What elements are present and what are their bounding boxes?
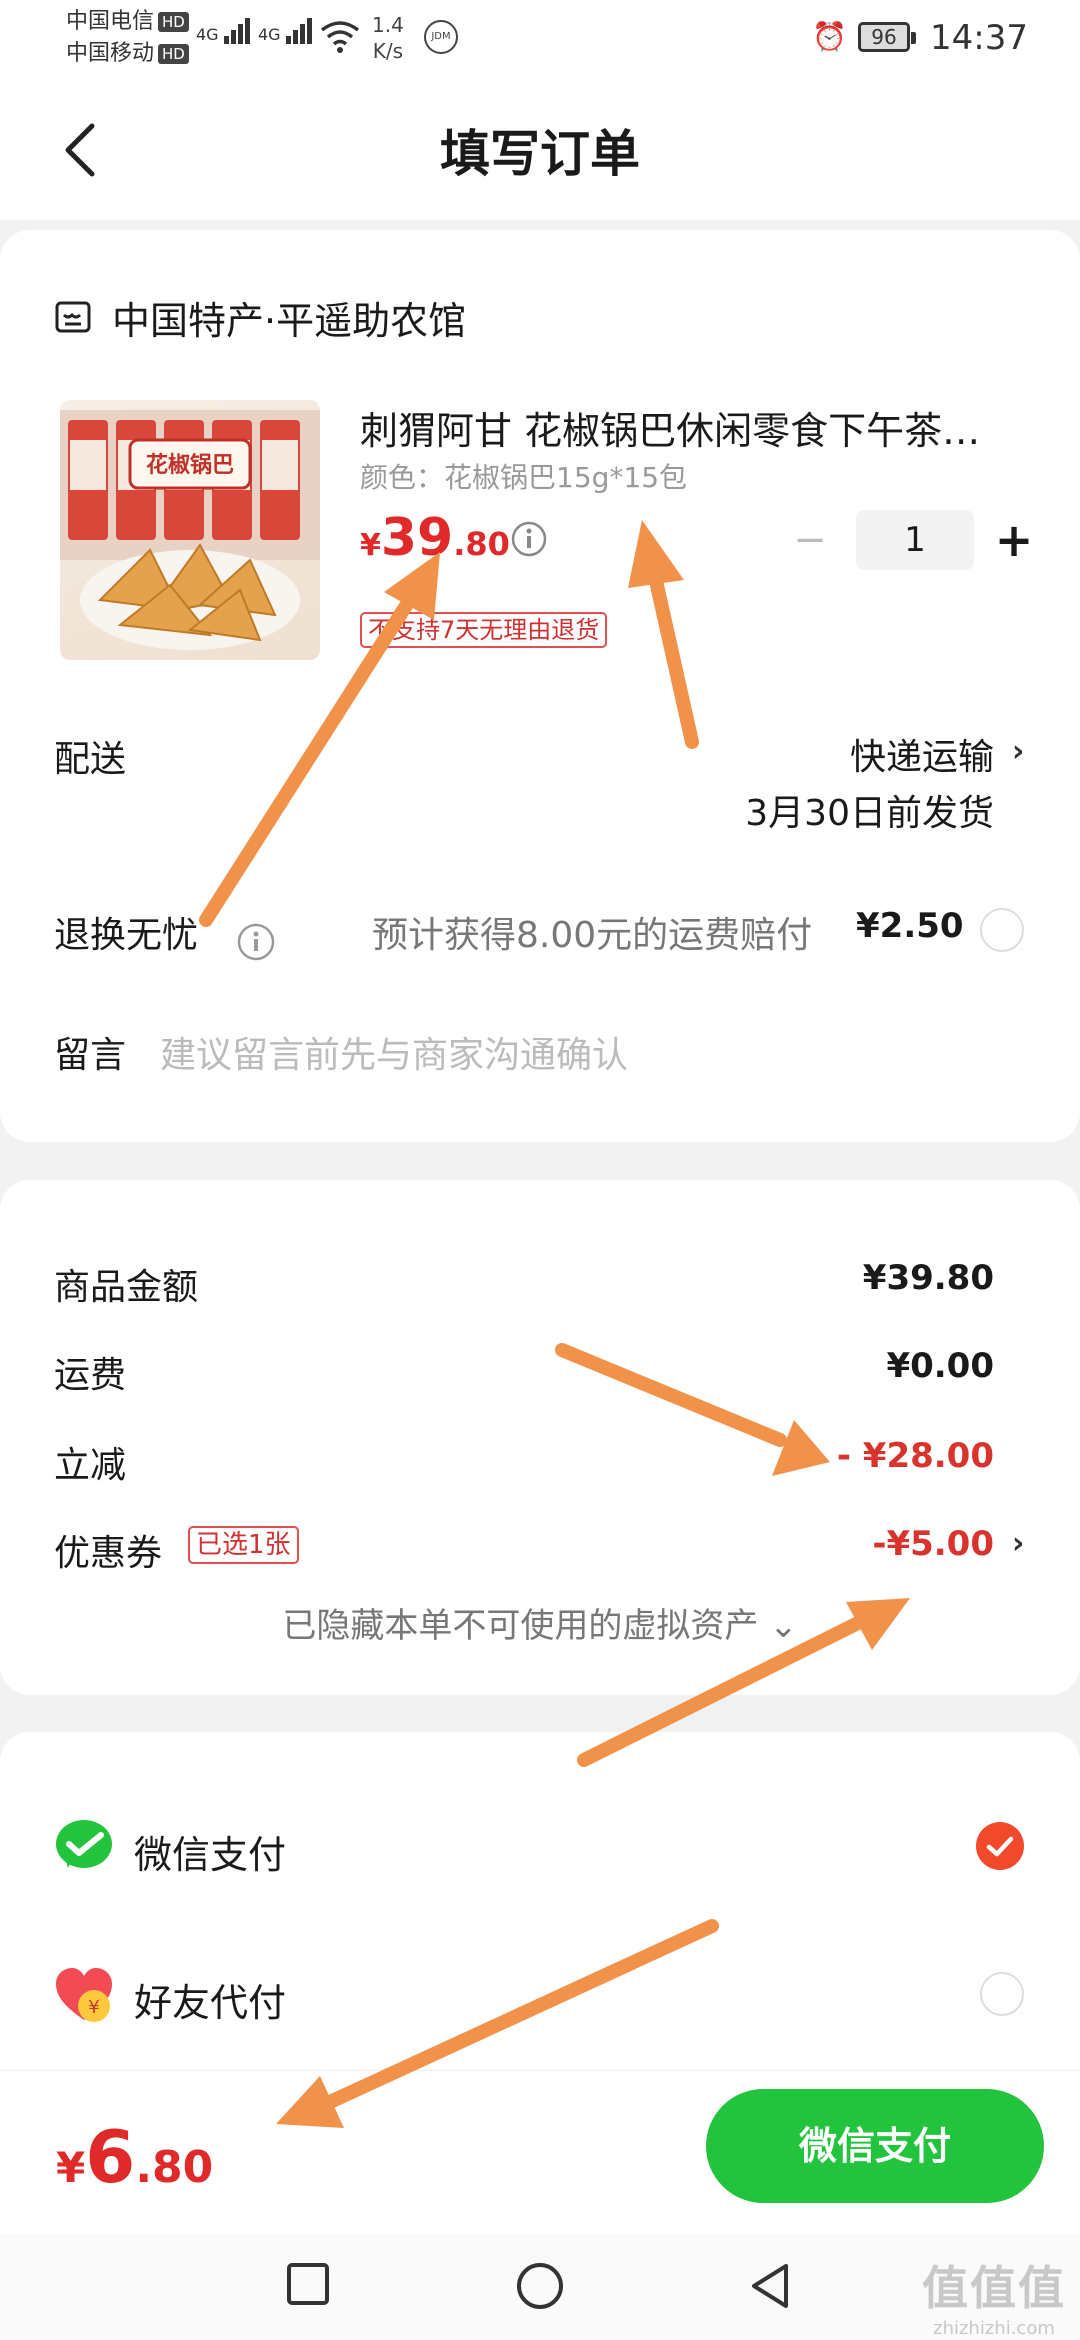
product-price: ¥39.80 <box>360 508 510 568</box>
product-image[interactable]: 花椒锅巴 <box>60 400 320 660</box>
svg-text:¥: ¥ <box>88 1997 99 2018</box>
carrier-1: 中国电信 <box>66 9 155 34</box>
wechat-pay-label: 微信支付 <box>134 1833 287 1877</box>
total-decimal: .80 <box>135 2142 214 2193</box>
hidden-assets-note[interactable]: 已隐藏本单不可使用的虚拟资产 ⌄ <box>0 1598 1080 1647</box>
checkout-bar: ¥6.80 微信支付 <box>0 2070 1080 2234</box>
friend-pay-radio[interactable] <box>980 1972 1024 2016</box>
shop-header[interactable]: 中国特产·平遥助农馆 <box>54 290 466 345</box>
wechat-pay-check[interactable] <box>976 1822 1024 1870</box>
status-bar: 中国电信 HD 中国移动 HD 4G 4G 1.4 K/s JDM ⏰ 96 14:… <box>0 0 1080 80</box>
carrier-2: 中国移动 <box>66 41 155 66</box>
goods-amount-label: 商品金额 <box>54 1267 199 1308</box>
total-amount: ¥6.80 <box>56 2115 213 2199</box>
signal-icon: 4G <box>258 18 314 44</box>
product-spec[interactable]: 颜色：花椒锅巴15g*15包 <box>360 456 687 496</box>
coupon-tag[interactable]: 已选1张 <box>188 1526 299 1564</box>
shop-name: 中国特产·平遥助农馆 <box>112 299 467 343</box>
price-currency: ¥ <box>360 528 381 563</box>
network-type: 4G <box>196 25 219 44</box>
pack-label: 花椒锅巴 <box>146 452 234 478</box>
hd-badge: HD <box>158 12 189 32</box>
system-nav-bar: 值值值 zhizhizhi.com <box>0 2234 1080 2340</box>
ship-date: 3月30日前发货 <box>745 793 994 834</box>
clock: 14:37 <box>930 18 1028 58</box>
coupon-label: 优惠券 <box>54 1533 163 1574</box>
delivery-method: 快递运输 <box>849 737 994 778</box>
speed-unit: K/s <box>372 39 404 63</box>
alarm-icon: ⏰ <box>812 20 847 53</box>
watermark-url: zhizhizhi.com <box>933 2318 1055 2339</box>
header: 填写订单 <box>0 80 1080 220</box>
decrease-button[interactable]: − <box>790 517 830 563</box>
home-icon[interactable] <box>516 2262 564 2310</box>
carrier-info: 中国电信 HD 中国移动 HD <box>66 6 189 70</box>
message-input[interactable]: 建议留言前先与商家沟通确认 <box>160 1026 628 1078</box>
back-nav-icon[interactable] <box>748 2262 792 2310</box>
return-policy-tag: 不支持7天无理由退货 <box>360 612 608 648</box>
info-icon[interactable] <box>236 922 276 962</box>
total-currency: ¥ <box>56 2143 86 2192</box>
return-insurance-radio[interactable] <box>980 908 1024 952</box>
chevron-right-icon[interactable]: › <box>1012 1526 1024 1561</box>
watermark-logo: 值值值 <box>922 2261 1066 2315</box>
watermark: 值值值 zhizhizhi.com <box>922 2252 1066 2339</box>
delivery-label: 配送 <box>54 739 127 780</box>
page-title: 填写订单 <box>440 125 640 183</box>
total-integer: 6 <box>85 2115 136 2199</box>
recents-icon[interactable] <box>286 2262 330 2306</box>
network-type: 4G <box>258 25 281 44</box>
friend-pay-icon: ¥ <box>56 1968 112 2022</box>
return-insurance-desc: 预计获得8.00元的运费赔付 <box>372 915 813 956</box>
price-decimal: .80 <box>453 525 510 563</box>
chevron-right-icon[interactable]: › <box>1012 734 1024 769</box>
wechat-pay-button[interactable]: 微信支付 <box>706 2089 1044 2203</box>
wifi-icon <box>320 21 360 53</box>
network-speed: 1.4 K/s <box>372 12 404 64</box>
quantity-value[interactable]: 1 <box>856 510 974 570</box>
hd-badge: HD <box>158 44 189 64</box>
coupon-value[interactable]: -¥5.00 <box>872 1524 994 1564</box>
delivery-value[interactable]: 快递运输 3月30日前发货 <box>745 730 994 842</box>
goods-amount-value: ¥39.80 <box>862 1258 994 1298</box>
battery-icon: 96 <box>858 22 916 52</box>
signal-icon: 4G <box>196 18 252 44</box>
quantity-stepper: − 1 + <box>790 510 1034 570</box>
speed-value: 1.4 <box>372 13 404 37</box>
shipping-value: ¥0.00 <box>886 1346 994 1386</box>
friend-pay-label: 好友代付 <box>134 1981 287 2025</box>
price-summary-card: 商品金额 ¥39.80 运费 ¥0.00 立减 - ¥28.00 优惠券 已选1… <box>0 1180 1080 1695</box>
jdm-icon: JDM <box>424 20 458 54</box>
order-card: 中国特产·平遥助农馆 花椒锅巴 刺猬阿甘 花椒锅巴休闲零食下午茶… 颜色：花椒锅… <box>0 230 1080 1142</box>
return-insurance-label: 退换无忧 <box>54 915 199 956</box>
info-icon[interactable] <box>510 520 548 558</box>
shop-icon <box>55 301 91 332</box>
discount-value: - ¥28.00 <box>836 1436 994 1476</box>
return-insurance-price: ¥2.50 <box>856 906 964 946</box>
payment-methods-card: 微信支付 ¥ 好友代付 <box>0 1732 1080 2092</box>
message-label: 留言 <box>54 1035 127 1076</box>
product-title[interactable]: 刺猬阿甘 花椒锅巴休闲零食下午茶… <box>360 400 1000 455</box>
shipping-label: 运费 <box>54 1355 127 1396</box>
price-integer: 39 <box>380 508 454 568</box>
wechat-icon <box>56 1820 112 1868</box>
increase-button[interactable]: + <box>994 513 1034 567</box>
discount-label: 立减 <box>54 1445 127 1486</box>
